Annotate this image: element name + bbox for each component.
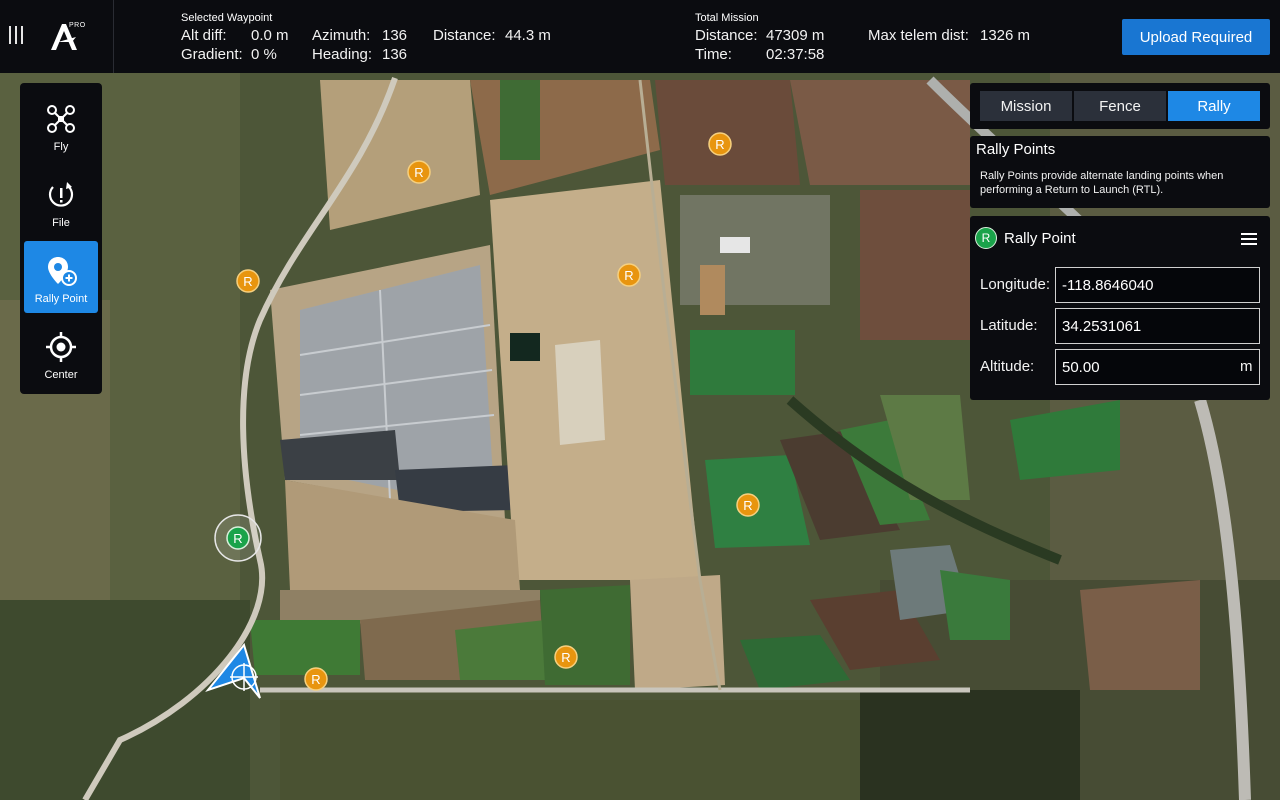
toolbar-item-file[interactable]: File — [24, 165, 98, 237]
logo-badge: PRO — [69, 22, 86, 29]
mission-time-value: 02:37:58 — [766, 46, 825, 63]
latitude-label: Latitude: — [980, 317, 1038, 334]
rally-marker-label: R — [311, 672, 320, 687]
selected-rally-marker[interactable]: R — [214, 514, 262, 562]
tab-rally[interactable]: Rally — [1168, 91, 1260, 121]
longitude-label: Longitude: — [980, 276, 1051, 293]
add-location-icon — [48, 257, 77, 286]
max-telem-label: Max telem dist: — [868, 27, 969, 44]
crosshair-icon — [46, 332, 76, 362]
gradient-label: Gradient: — [181, 46, 243, 63]
divider — [113, 0, 114, 73]
distance-label: Distance: — [433, 27, 496, 44]
distance-value: 44.3 m — [505, 27, 551, 44]
rally-marker-label: R — [715, 137, 724, 152]
selected-rally-marker-label: R — [233, 531, 242, 546]
hamburger-icon[interactable] — [1241, 233, 1257, 245]
latitude-input[interactable] — [1055, 308, 1260, 344]
hamburger-icon[interactable] — [6, 26, 26, 48]
rally-point-editor: R Rally Point Longitude: Latitude: Altit… — [970, 216, 1270, 400]
drone-icon — [47, 105, 75, 133]
toolbar-item-rally-point[interactable]: Rally Point — [24, 241, 98, 313]
plan-toolbar: Fly File Rally Point Center — [20, 83, 102, 394]
azimuth-label: Azimuth: — [312, 27, 371, 44]
azimuth-value: 136 — [382, 27, 408, 44]
gradient-value: 0 % — [251, 46, 277, 63]
selected-waypoint-heading: Selected Waypoint — [181, 12, 273, 24]
toolbar-item-fly[interactable]: Fly — [24, 89, 98, 161]
heading-label: Heading: — [312, 46, 373, 63]
rally-info-box: Rally Points Rally Points provide altern… — [970, 136, 1270, 208]
mission-distance-value: 47309 m — [766, 27, 825, 44]
toolbar-item-center[interactable]: Center — [24, 317, 98, 389]
alt-diff-label: Alt diff: — [181, 27, 227, 44]
mission-distance-label: Distance: — [695, 27, 758, 44]
mission-time-label: Time: — [695, 46, 732, 63]
altitude-unit: m — [1240, 358, 1253, 375]
rally-point-title: Rally Point — [1004, 230, 1076, 247]
file-sync-icon — [48, 182, 74, 207]
toolbar-item-label: Rally Point — [34, 293, 88, 305]
heading-value: 136 — [382, 46, 408, 63]
toolbar-item-label: File — [52, 217, 70, 229]
toolbar-item-label: Center — [44, 369, 78, 381]
altitude-input[interactable] — [1055, 349, 1260, 385]
info-description: Rally Points provide alternate landing p… — [980, 170, 1224, 196]
toolbar-item-label: Fly — [53, 141, 69, 153]
tab-mission[interactable]: Mission — [980, 91, 1072, 121]
longitude-input[interactable] — [1055, 267, 1260, 303]
rally-marker-label: R — [624, 268, 633, 283]
upload-required-button[interactable]: Upload Required — [1122, 19, 1270, 55]
rally-marker-label: R — [414, 165, 423, 180]
info-title: Rally Points — [976, 141, 1056, 158]
rally-point-badge: R — [975, 227, 997, 249]
rally-marker-label: R — [743, 498, 752, 513]
total-mission-heading: Total Mission — [695, 12, 759, 24]
alt-diff-value: 0.0 m — [251, 27, 289, 44]
max-telem-value: 1326 m — [980, 27, 1031, 44]
plan-mode-tabs: Mission Fence Rally — [970, 83, 1270, 129]
tab-fence[interactable]: Fence — [1074, 91, 1166, 121]
top-bar: PRO Selected Waypoint Alt diff: 0.0 m Gr… — [0, 0, 1280, 73]
altitude-label: Altitude: — [980, 358, 1035, 375]
rally-marker-label: R — [243, 274, 252, 289]
rally-marker-label: R — [561, 650, 570, 665]
